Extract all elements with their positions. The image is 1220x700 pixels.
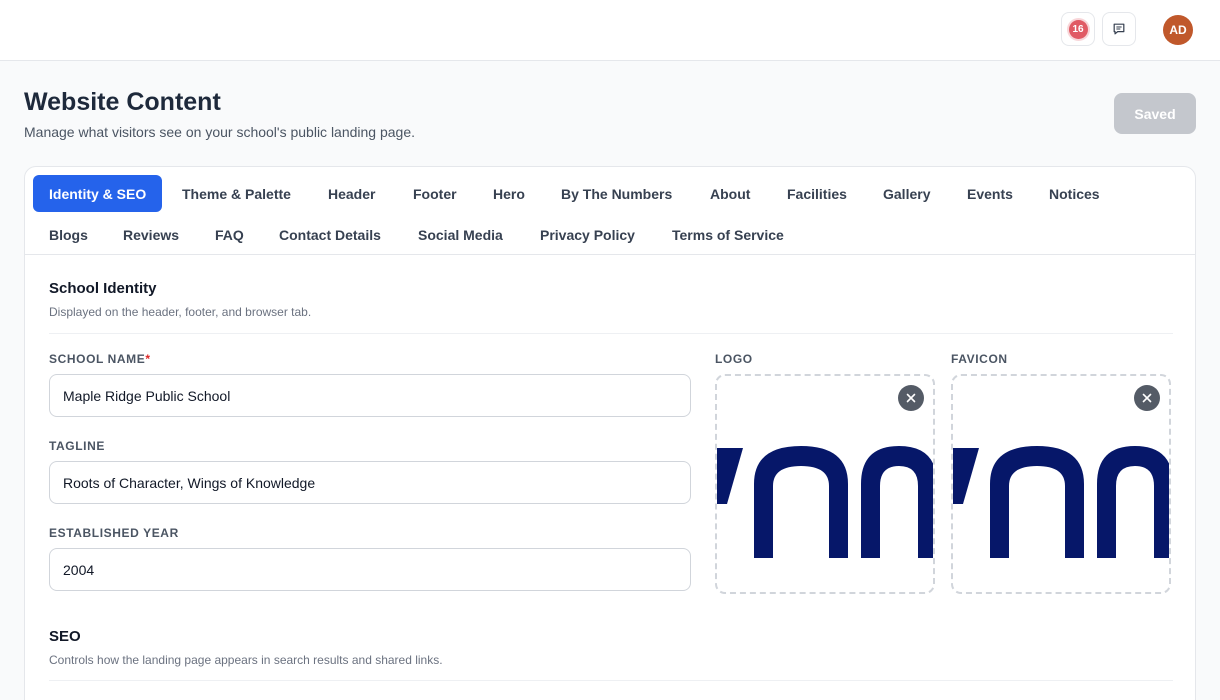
logo-preview: [717, 446, 933, 558]
tab-footer[interactable]: Footer: [397, 175, 473, 212]
tab-by-the-numbers[interactable]: By The Numbers: [545, 175, 688, 212]
tab-theme-palette[interactable]: Theme & Palette: [166, 175, 307, 212]
required-asterisk: *: [145, 352, 151, 366]
tab-faq[interactable]: FAQ: [199, 216, 260, 253]
chat-icon: [1113, 23, 1125, 35]
tab-facilities[interactable]: Facilities: [771, 175, 863, 212]
close-icon: [1142, 393, 1152, 403]
seo-title: SEO: [49, 628, 81, 645]
page-title: Website Content: [24, 88, 221, 116]
content-card: Identity & SEO Theme & Palette Header Fo…: [24, 166, 1196, 700]
tab-privacy-policy[interactable]: Privacy Policy: [524, 216, 651, 253]
tab-events[interactable]: Events: [951, 175, 1029, 212]
tab-blogs[interactable]: Blogs: [33, 216, 104, 253]
notification-count-badge: 16: [1068, 19, 1088, 39]
school-name-label: SCHOOL NAME*: [49, 352, 151, 366]
top-bar: 16 AD: [0, 0, 1220, 61]
tagline-input[interactable]: [49, 461, 691, 504]
user-avatar[interactable]: AD: [1163, 15, 1193, 45]
tab-identity-seo[interactable]: Identity & SEO: [33, 175, 163, 212]
section-divider: [49, 333, 1173, 334]
tab-about[interactable]: About: [694, 175, 766, 212]
tab-terms-of-service[interactable]: Terms of Service: [656, 216, 800, 253]
remove-logo-button[interactable]: [898, 385, 924, 411]
close-icon: [906, 393, 916, 403]
logo-label: LOGO: [715, 352, 753, 366]
tab-hero[interactable]: Hero: [477, 175, 541, 212]
tab-reviews[interactable]: Reviews: [107, 216, 195, 253]
tab-bar: Identity & SEO Theme & Palette Header Fo…: [25, 167, 1195, 255]
tab-header[interactable]: Header: [312, 175, 391, 212]
page-subtitle: Manage what visitors see on your school'…: [24, 124, 416, 140]
tab-notices[interactable]: Notices: [1033, 175, 1116, 212]
tagline-label: TAGLINE: [49, 439, 105, 453]
notifications-button[interactable]: 16: [1061, 12, 1095, 46]
messages-button[interactable]: [1102, 12, 1136, 46]
favicon-preview: [953, 446, 1169, 558]
favicon-label: FAVICON: [951, 352, 1008, 366]
tab-gallery[interactable]: Gallery: [867, 175, 946, 212]
established-year-label: ESTABLISHED YEAR: [49, 526, 179, 540]
tab-social-media[interactable]: Social Media: [402, 216, 519, 253]
school-identity-title: School Identity: [49, 280, 157, 297]
tab-contact-details[interactable]: Contact Details: [263, 216, 397, 253]
section-divider: [49, 680, 1173, 681]
remove-favicon-button[interactable]: [1134, 385, 1160, 411]
established-year-input[interactable]: [49, 548, 691, 591]
seo-description: Controls how the landing page appears in…: [49, 653, 443, 667]
favicon-upload[interactable]: [951, 374, 1171, 594]
school-name-input[interactable]: [49, 374, 691, 417]
logo-upload[interactable]: [715, 374, 935, 594]
saved-button[interactable]: Saved: [1114, 93, 1196, 134]
school-identity-description: Displayed on the header, footer, and bro…: [49, 305, 312, 319]
